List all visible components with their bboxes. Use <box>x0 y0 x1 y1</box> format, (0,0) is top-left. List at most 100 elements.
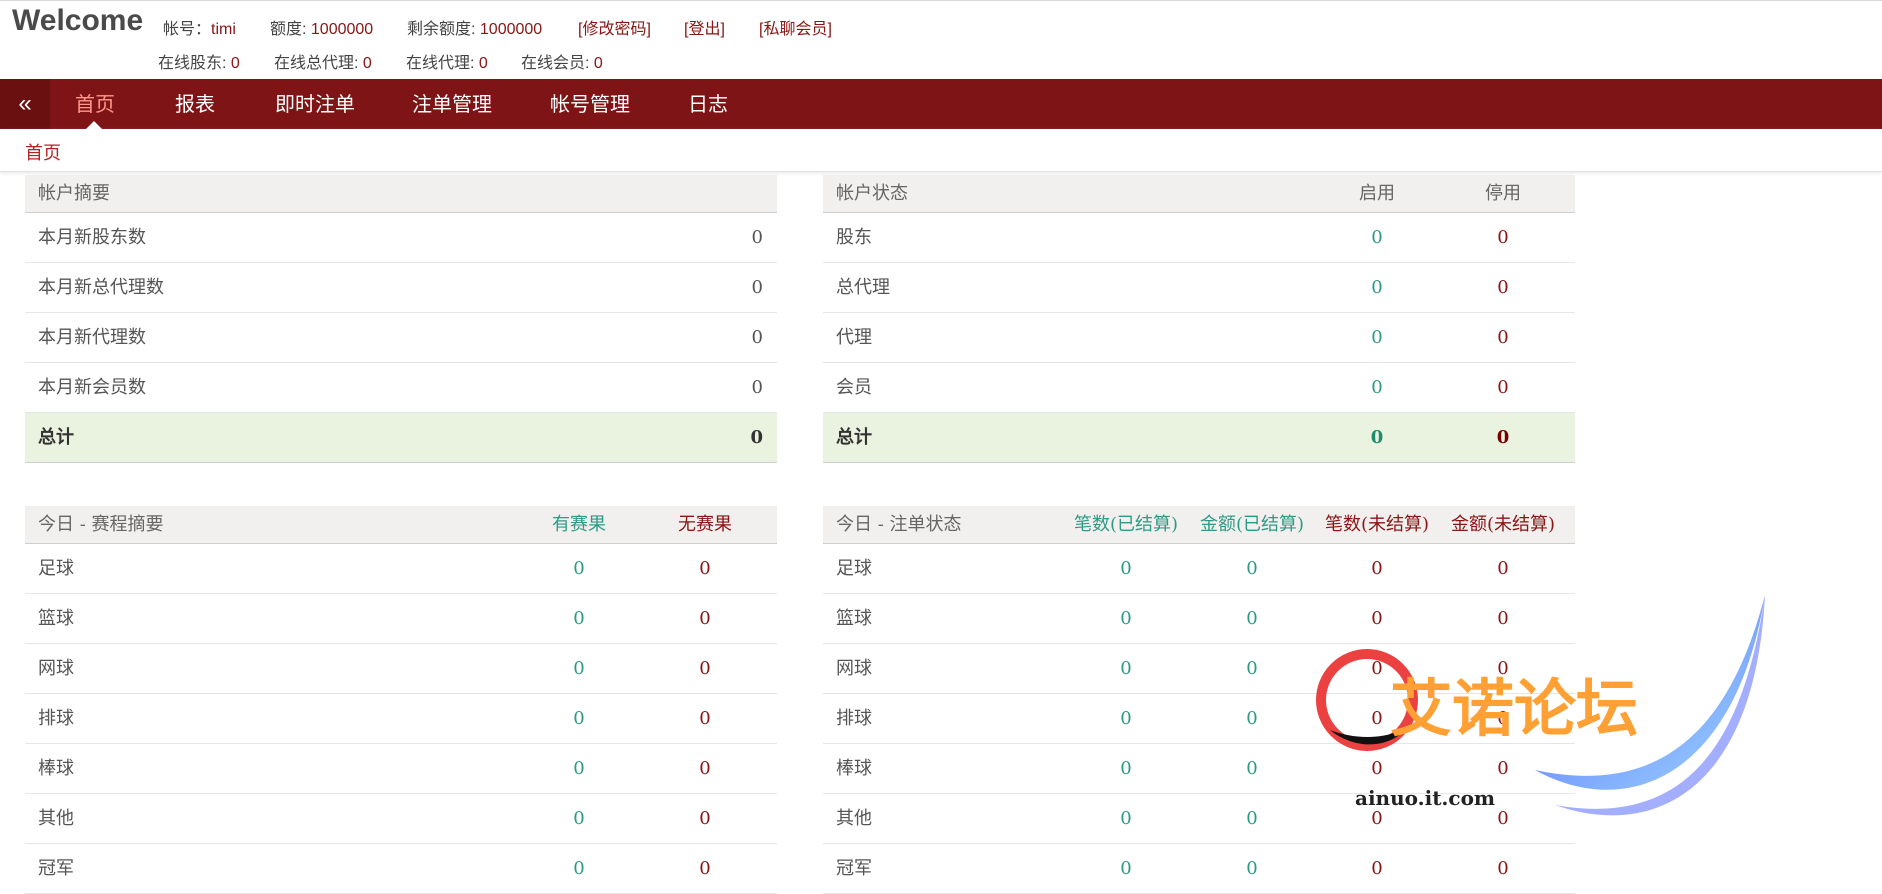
change-password-link[interactable]: [修改密码] <box>578 15 651 39</box>
col-header-enabled: 启用 <box>1359 183 1395 204</box>
total-row: 总计 0 <box>25 413 777 463</box>
welcome-title: Welcome <box>12 4 144 37</box>
watermark-logo: 艾诺论坛 ainuo.it.com <box>1316 595 1765 816</box>
panel-title: 帐户状态 <box>836 183 908 204</box>
account-info: 帐号：timi <box>163 21 236 38</box>
without-result-count: 0 <box>699 858 711 879</box>
nav-item-live-bets[interactable]: 即时注单 <box>275 79 355 129</box>
enabled-count: 0 <box>1371 227 1383 248</box>
table-row: 棒球 0 0 <box>25 744 777 794</box>
table-row: 排球 0 0 <box>25 694 777 744</box>
settled-count: 0 <box>1120 808 1132 829</box>
breadcrumb-home[interactable]: 首页 <box>25 139 61 165</box>
row-label: 会员 <box>836 377 872 398</box>
table-row: 冠军 0 0 0 0 <box>823 844 1575 894</box>
col-header-without-result: 无赛果 <box>678 514 732 535</box>
table-row: 足球 0 0 0 0 <box>823 544 1575 594</box>
unsettled-count: 0 <box>1371 858 1383 879</box>
nav-item-account-management[interactable]: 帐号管理 <box>550 79 630 129</box>
table-row: 本月新会员数 0 <box>25 363 777 413</box>
row-label: 本月新股东数 <box>38 227 146 248</box>
panel-header: 今日 - 注单状态 笔数(已结算) 金额(已结算) 笔数(未结算) 金额(未结算… <box>823 506 1575 544</box>
account-summary-panel: 帐户摘要 本月新股东数 0 本月新总代理数 0 本月新代理数 0 本月新会员数 … <box>25 175 777 463</box>
without-result-count: 0 <box>699 558 711 579</box>
table-row: 篮球 0 0 <box>25 594 777 644</box>
online-members: 在线会员: 0 <box>521 55 603 72</box>
row-label: 代理 <box>836 327 872 348</box>
disabled-count: 0 <box>1497 227 1509 248</box>
with-result-count: 0 <box>573 608 585 629</box>
logout-link[interactable]: [登出] <box>684 15 725 39</box>
col-header-settled-count: 笔数(已结算) <box>1073 514 1179 535</box>
with-result-count: 0 <box>573 558 585 579</box>
settled-count: 0 <box>1120 658 1132 679</box>
enabled-count: 0 <box>1371 327 1383 348</box>
without-result-count: 0 <box>699 658 711 679</box>
settled-count: 0 <box>1120 758 1132 779</box>
row-value: 0 <box>751 327 763 348</box>
table-row: 本月新代理数 0 <box>25 313 777 363</box>
top-border <box>0 0 1882 1</box>
enabled-count: 0 <box>1371 277 1383 298</box>
row-value: 0 <box>751 227 763 248</box>
settled-amount: 0 <box>1246 708 1258 729</box>
collapse-sidebar-icon[interactable]: « <box>0 79 50 129</box>
online-general-agents: 在线总代理: 0 <box>274 55 372 72</box>
nav-item-reports[interactable]: 报表 <box>175 79 215 129</box>
table-row: 代理 0 0 <box>823 313 1575 363</box>
row-label: 总代理 <box>836 277 890 298</box>
sport-label: 其他 <box>38 808 74 829</box>
unsettled-count: 0 <box>1371 558 1383 579</box>
with-result-count: 0 <box>573 658 585 679</box>
online-shareholders: 在线股东: 0 <box>158 55 240 72</box>
settled-count: 0 <box>1120 608 1132 629</box>
total-enabled: 0 <box>1370 427 1384 448</box>
sport-label: 棒球 <box>836 758 872 779</box>
row-label: 本月新会员数 <box>38 377 146 398</box>
disabled-count: 0 <box>1497 327 1509 348</box>
settled-amount: 0 <box>1246 558 1258 579</box>
unsettled-amount: 0 <box>1497 858 1509 879</box>
row-label: 本月新代理数 <box>38 327 146 348</box>
settled-amount: 0 <box>1246 808 1258 829</box>
nav-item-logs[interactable]: 日志 <box>688 79 728 129</box>
watermark-text: 艾诺论坛 <box>1390 672 1638 745</box>
sport-label: 足球 <box>836 558 872 579</box>
table-row: 会员 0 0 <box>823 363 1575 413</box>
nav-item-bet-management[interactable]: 注单管理 <box>412 79 492 129</box>
settled-count: 0 <box>1120 558 1132 579</box>
table-row: 总代理 0 0 <box>823 263 1575 313</box>
sport-label: 棒球 <box>38 758 74 779</box>
panel-title: 今日 - 注单状态 <box>836 514 962 535</box>
with-result-count: 0 <box>573 808 585 829</box>
col-header-unsettled-count: 笔数(未结算) <box>1324 514 1430 535</box>
row-label: 股东 <box>836 227 872 248</box>
watermark-url: ainuo.it.com <box>1355 786 1495 810</box>
total-row: 总计 0 0 <box>823 413 1575 463</box>
with-result-count: 0 <box>573 708 585 729</box>
private-chat-link[interactable]: [私聊会员] <box>759 15 832 39</box>
panel-header: 今日 - 赛程摘要 有赛果 无赛果 <box>25 506 777 544</box>
online-agents: 在线代理: 0 <box>406 55 488 72</box>
sport-label: 冠军 <box>38 858 74 879</box>
settled-count: 0 <box>1120 858 1132 879</box>
total-label: 总计 <box>836 427 872 448</box>
table-row: 股东 0 0 <box>823 213 1575 263</box>
without-result-count: 0 <box>699 758 711 779</box>
settled-amount: 0 <box>1246 858 1258 879</box>
match-summary-panel: 今日 - 赛程摘要 有赛果 无赛果 足球 0 0 篮球 0 0 网球 0 0 排… <box>25 506 777 894</box>
col-header-settled-amount: 金额(已结算) <box>1199 514 1305 535</box>
sport-label: 排球 <box>836 708 872 729</box>
table-row: 本月新总代理数 0 <box>25 263 777 313</box>
settled-count: 0 <box>1120 708 1132 729</box>
panel-title: 帐户摘要 <box>38 183 110 204</box>
account-status-panel: 帐户状态 启用 停用 股东 0 0 总代理 0 0 代理 0 0 会员 0 0 … <box>823 175 1575 463</box>
sport-label: 排球 <box>38 708 74 729</box>
main-nav: « 首页 报表 即时注单 注单管理 帐号管理 日志 <box>0 79 1882 129</box>
table-row: 足球 0 0 <box>25 544 777 594</box>
unsettled-amount: 0 <box>1497 558 1509 579</box>
sport-label: 冠军 <box>836 858 872 879</box>
sport-label: 其他 <box>836 808 872 829</box>
panel-title: 今日 - 赛程摘要 <box>38 514 164 535</box>
total-value: 0 <box>750 427 763 448</box>
